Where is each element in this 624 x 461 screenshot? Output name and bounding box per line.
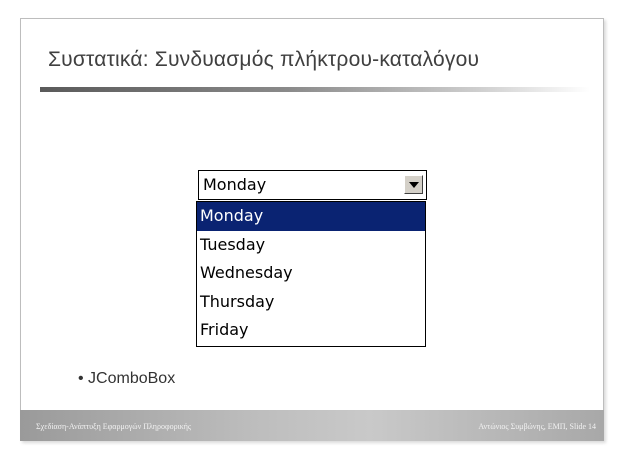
combo-option-friday[interactable]: Friday: [197, 316, 425, 345]
slide-title: Συστατικά: Συνδυασμός πλήκτρου-καταλόγου: [48, 48, 480, 71]
footer-course-title: Σχεδίαση-Ανάπτυξη Εφαρμογών Πληροφορικής: [36, 422, 192, 431]
footer-author-slide: Αντώνιος Συμβώνης, ΕΜΠ, Slide 14: [478, 422, 596, 431]
combo-option-thursday[interactable]: Thursday: [197, 288, 425, 317]
combo-dropdown-button[interactable]: [404, 175, 423, 194]
slide: Συστατικά: Συνδυασμός πλήκτρου-καταλόγου…: [0, 0, 624, 461]
combo-option-wednesday[interactable]: Wednesday: [197, 259, 425, 288]
title-divider: [40, 87, 590, 92]
combo-option-tuesday[interactable]: Tuesday: [197, 231, 425, 260]
combo-selected-value: Monday: [203, 175, 267, 194]
bullet-jcombobox: • JComboBox: [78, 370, 176, 387]
combo-dropdown-list[interactable]: Monday Tuesday Wednesday Thursday Friday: [196, 201, 426, 347]
chevron-down-icon: [409, 182, 419, 188]
combo-option-monday[interactable]: Monday: [197, 202, 425, 231]
combo-box[interactable]: Monday: [198, 170, 427, 200]
